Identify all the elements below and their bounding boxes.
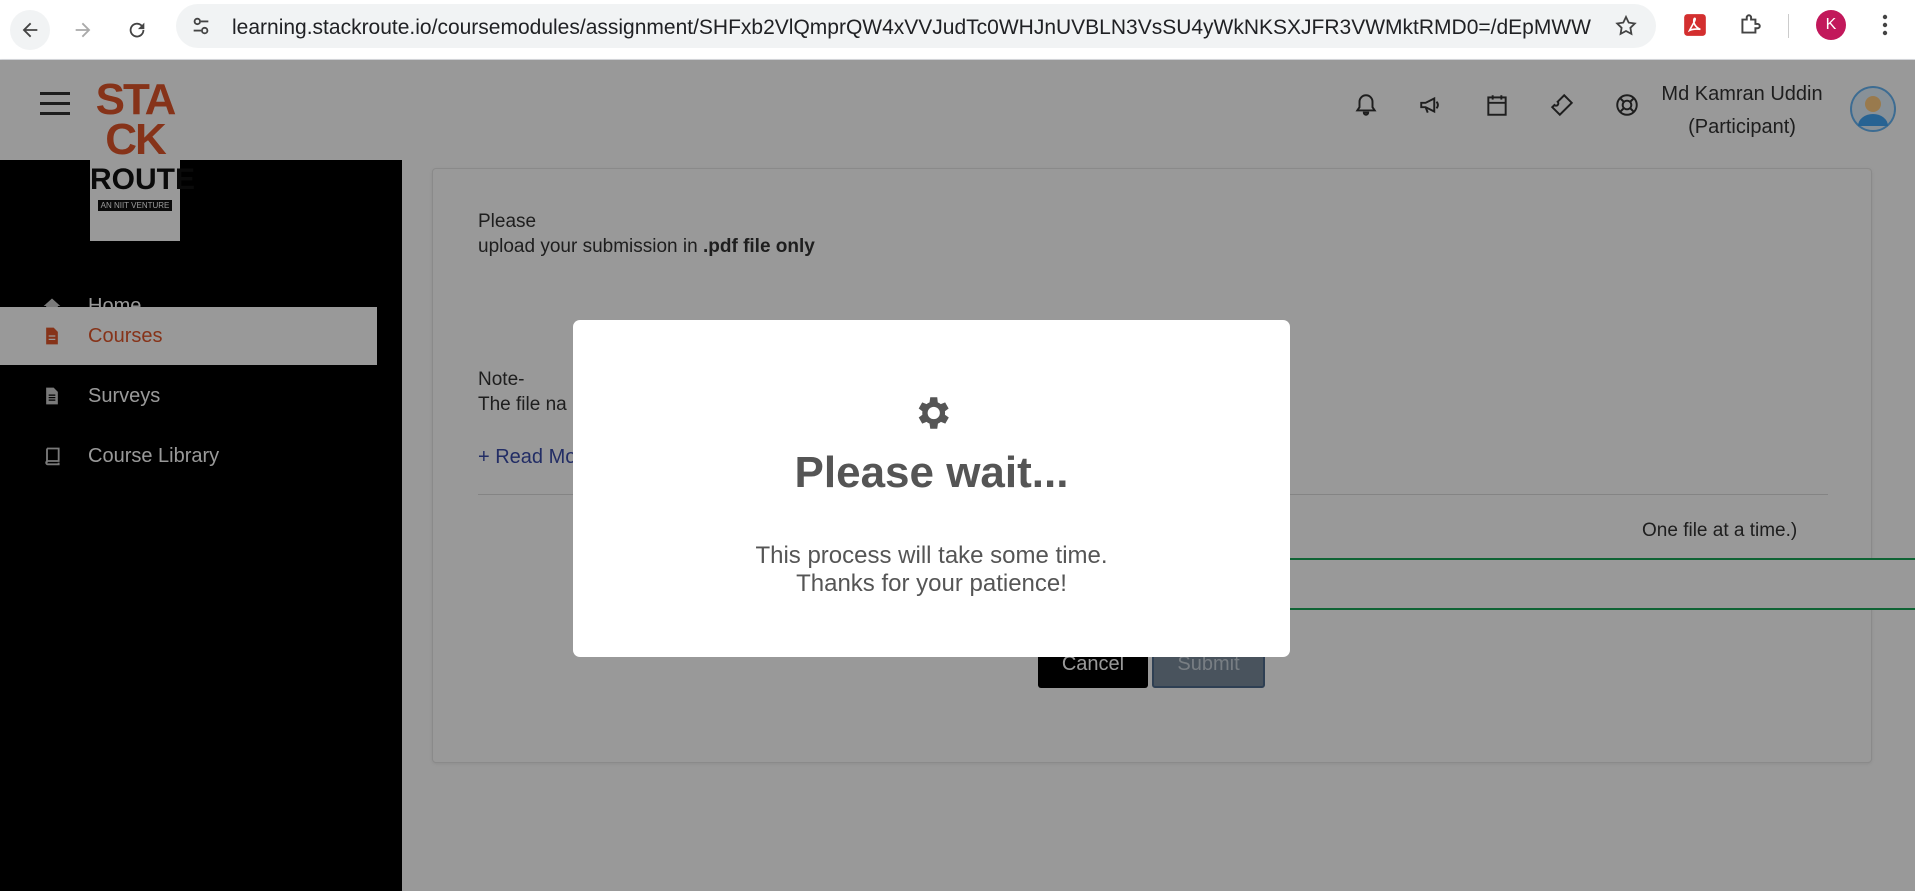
toolbar-divider [1788, 14, 1789, 38]
reload-button[interactable] [117, 10, 157, 50]
gear-icon [918, 397, 949, 429]
browser-menu-icon[interactable] [1875, 12, 1895, 38]
modal-message-line-2: Thanks for your patience! [796, 570, 1067, 597]
bookmark-star-icon[interactable] [1614, 14, 1638, 38]
extensions-puzzle-icon[interactable] [1737, 12, 1763, 38]
address-bar[interactable]: learning.stackroute.io/coursemodules/ass… [176, 4, 1656, 48]
pdf-extension-icon[interactable] [1682, 12, 1708, 38]
profile-avatar[interactable]: K [1816, 10, 1846, 40]
modal-message-line-1: This process will take some time. [755, 542, 1108, 569]
reload-icon [129, 22, 145, 38]
forward-button[interactable] [63, 10, 103, 50]
back-button[interactable] [10, 10, 50, 50]
modal-message: This process will take some time. Thanks… [573, 542, 1290, 598]
url-text[interactable]: learning.stackroute.io/coursemodules/ass… [232, 16, 1592, 40]
modal-title: Please wait... [794, 448, 1069, 497]
site-settings-icon[interactable] [190, 15, 212, 37]
please-wait-modal: Please wait... This process will take so… [573, 320, 1290, 657]
back-arrow-icon [22, 22, 38, 38]
forward-arrow-icon [75, 22, 91, 38]
browser-toolbar: learning.stackroute.io/coursemodules/ass… [0, 0, 1915, 60]
